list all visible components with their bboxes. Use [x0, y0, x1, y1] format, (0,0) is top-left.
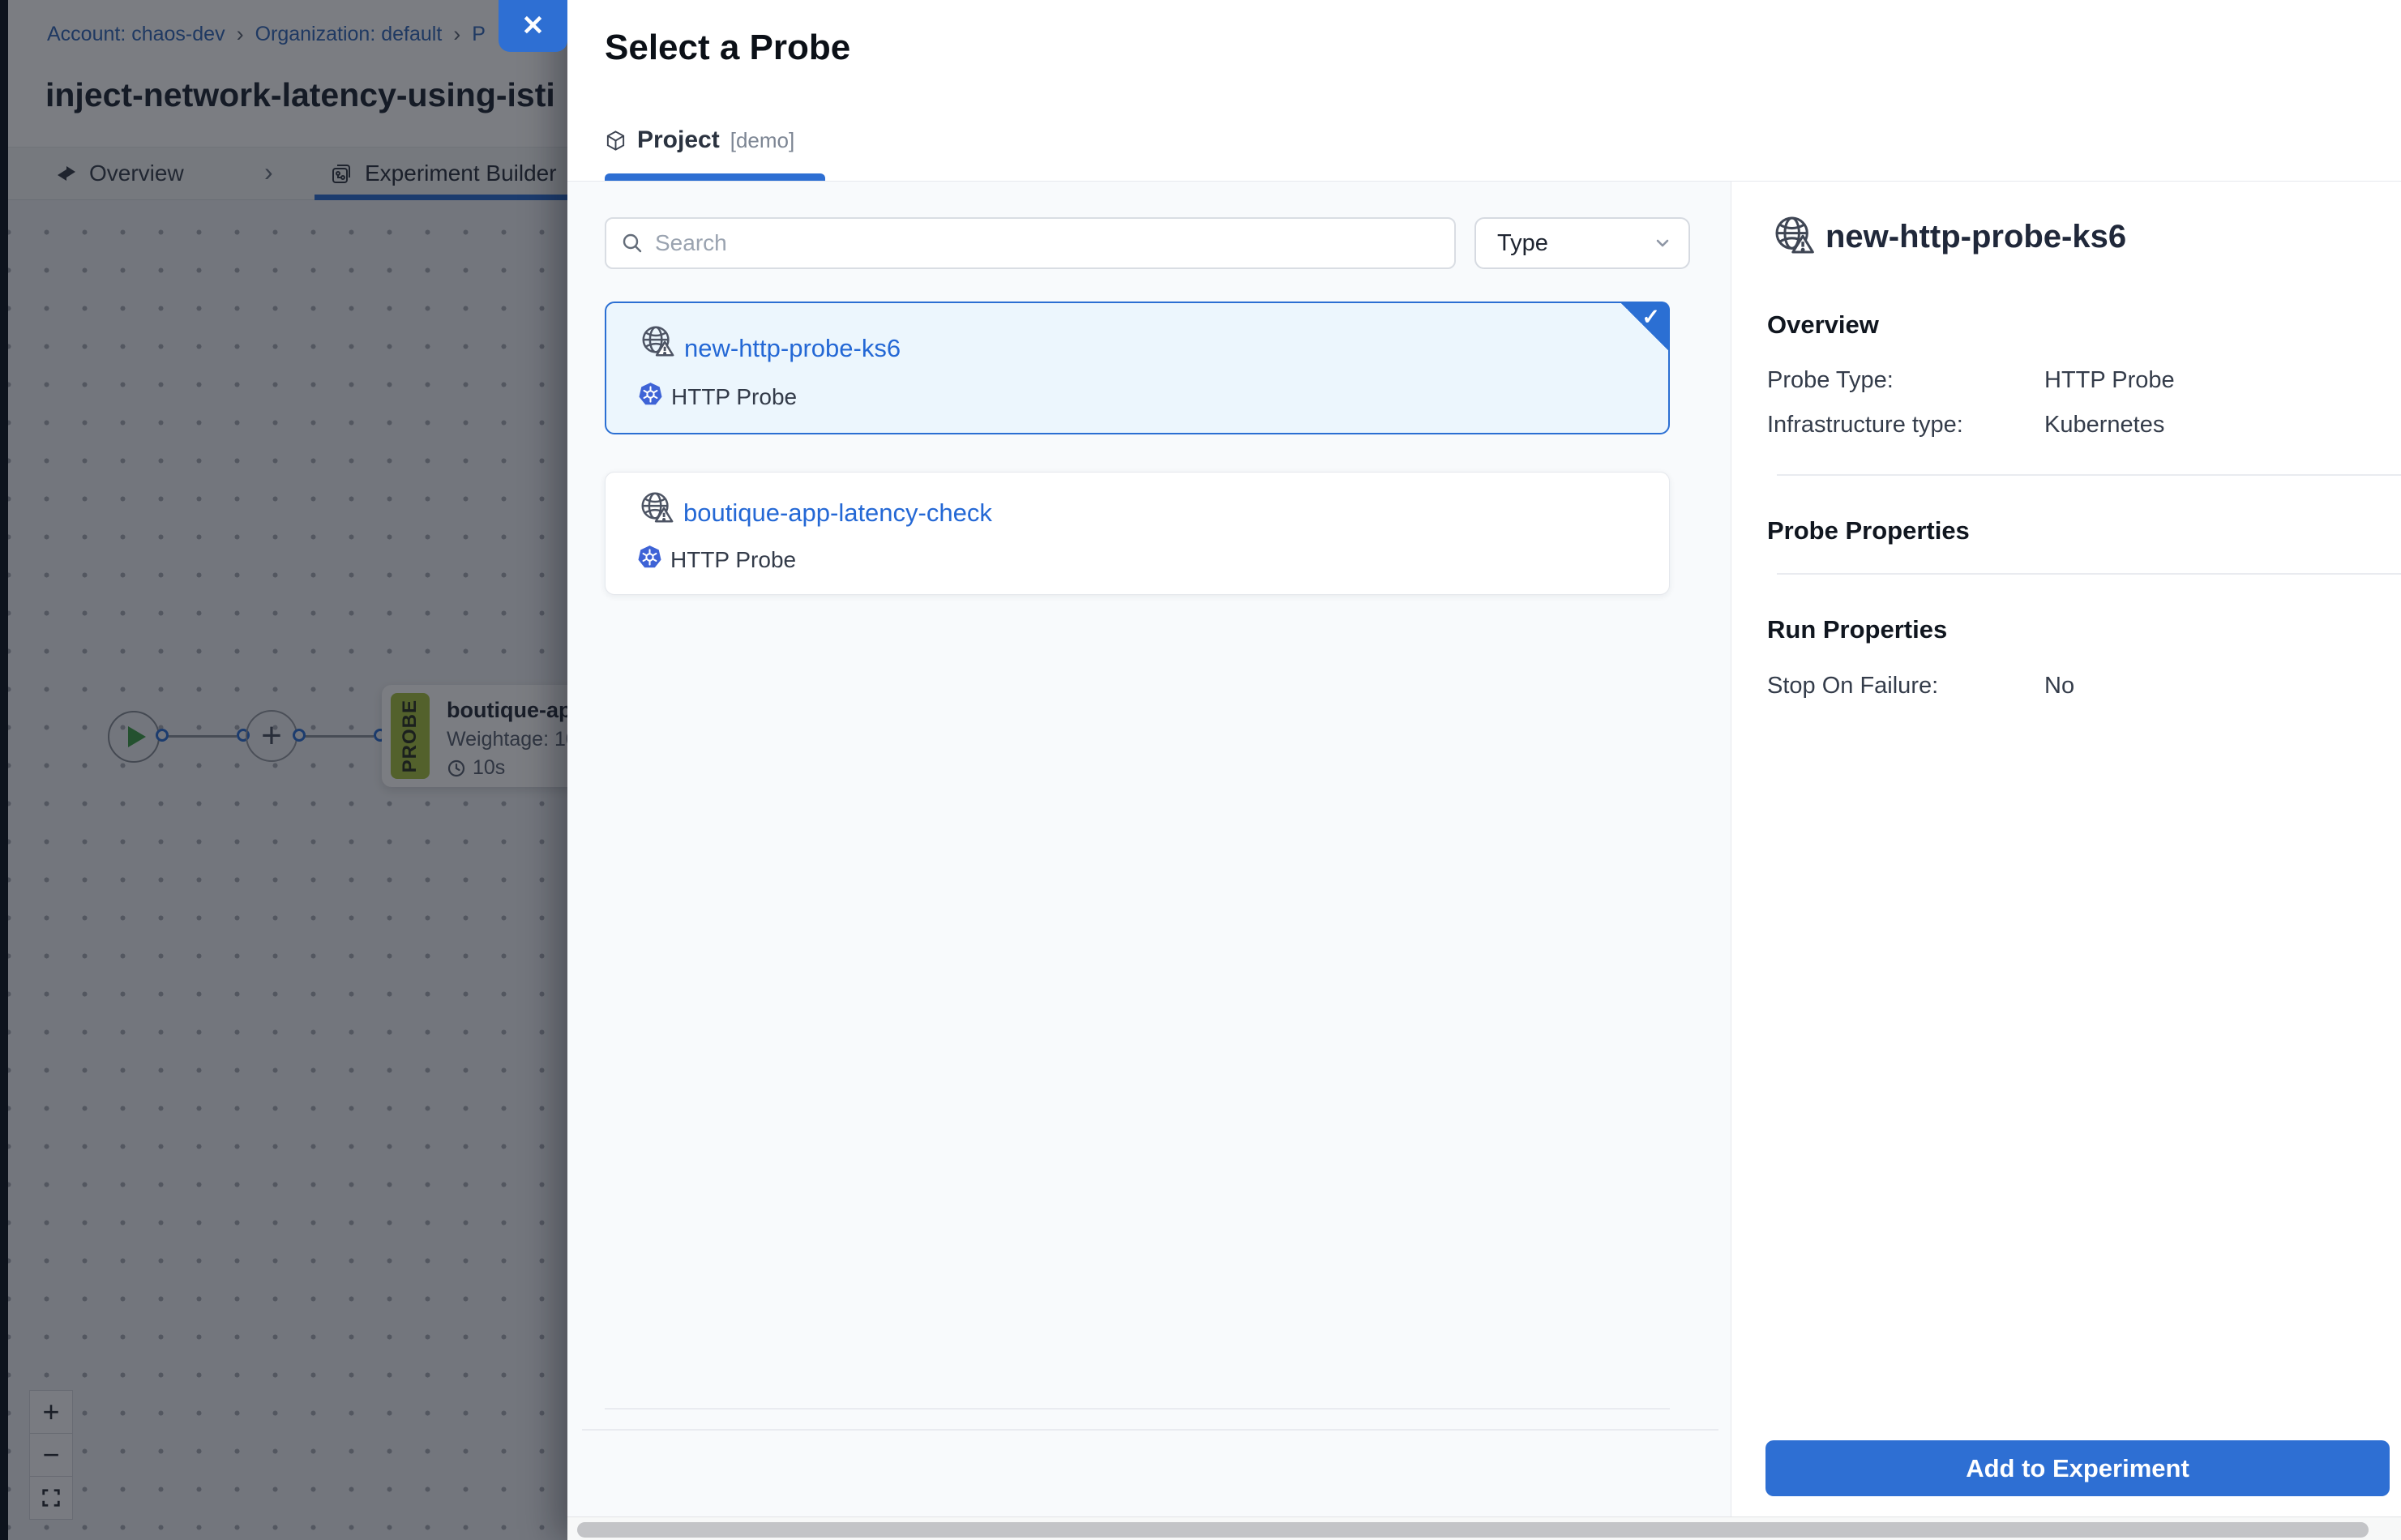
section-divider	[1777, 474, 2401, 476]
field-label: Probe Type:	[1767, 367, 1894, 394]
run-properties-heading: Run Properties	[1767, 615, 1947, 644]
field-value: No	[2044, 673, 2074, 699]
probe-type-label: HTTP Probe	[671, 384, 797, 410]
type-filter-label: Type	[1497, 230, 1548, 257]
section-divider	[1777, 573, 2401, 575]
overview-heading: Overview	[1767, 310, 1879, 340]
details-probe-name: new-http-probe-ks6	[1825, 219, 2126, 255]
screen: Account: chaos-dev › Organization: defau…	[0, 0, 2401, 1540]
http-probe-globe-icon	[639, 323, 676, 360]
select-probe-modal: Select a Probe Project [demo] Type	[567, 0, 2401, 1540]
probe-name-link[interactable]: new-http-probe-ks6	[684, 334, 901, 363]
probe-name-link[interactable]: boutique-app-latency-check	[683, 498, 992, 528]
tab-project[interactable]: Project [demo]	[605, 126, 794, 154]
add-to-experiment-button[interactable]: Add to Experiment	[1765, 1440, 2390, 1496]
horizontal-scrollbar	[567, 1516, 2401, 1540]
cube-icon	[605, 130, 627, 152]
type-filter-dropdown[interactable]: Type	[1474, 217, 1690, 269]
check-icon: ✓	[1641, 305, 1660, 330]
tabpanel-bottom-divider	[582, 1429, 1718, 1431]
active-tab-underline	[605, 173, 825, 181]
probe-properties-heading: Probe Properties	[1767, 516, 1970, 545]
probe-card[interactable]: boutique-app-latency-check HTTP Probe	[605, 472, 1670, 595]
probe-type-label: HTTP Probe	[670, 547, 796, 573]
http-probe-globe-icon	[638, 489, 675, 526]
field-label: Stop On Failure:	[1767, 673, 1938, 699]
kubernetes-icon	[636, 544, 663, 571]
tab-project-scope: [demo]	[730, 128, 795, 153]
field-label: Infrastructure type:	[1767, 412, 1963, 438]
close-button[interactable]: ✕	[499, 0, 567, 52]
field-value: Kubernetes	[2044, 412, 2164, 438]
tab-project-label: Project	[637, 126, 720, 154]
field-value: HTTP Probe	[2044, 367, 2175, 394]
search-box	[605, 217, 1456, 269]
scrollbar-thumb[interactable]	[577, 1522, 2369, 1538]
probe-card-selected[interactable]: ✓ new-http-probe-ks6 HTTP Probe	[605, 302, 1670, 434]
modal-title: Select a Probe	[605, 28, 850, 68]
chevron-down-icon	[1651, 232, 1674, 255]
kubernetes-icon	[637, 381, 664, 408]
search-icon	[621, 232, 644, 255]
http-probe-globe-icon	[1771, 212, 1817, 258]
list-bottom-divider	[605, 1408, 1670, 1410]
search-input[interactable]	[655, 230, 1454, 256]
